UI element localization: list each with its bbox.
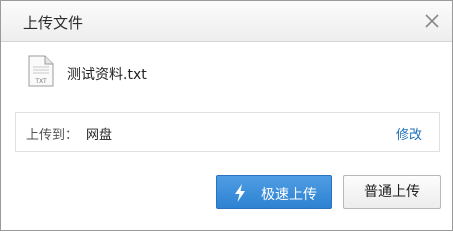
upload-dialog: 上传文件 TXT 测试资料.txt 上传到： 网盘 修改 极速上传 普通上传 bbox=[0, 0, 453, 231]
svg-text:TXT: TXT bbox=[34, 78, 47, 85]
change-destination-link[interactable]: 修改 bbox=[396, 124, 422, 143]
dialog-title: 上传文件 bbox=[23, 14, 84, 32]
normal-upload-button[interactable]: 普通上传 bbox=[343, 175, 441, 209]
fast-upload-button[interactable]: 极速上传 bbox=[216, 175, 332, 209]
lightning-icon bbox=[235, 184, 245, 202]
file-name: 测试资料.txt bbox=[67, 67, 147, 83]
upload-destination: 上传到： 网盘 修改 bbox=[15, 112, 440, 152]
txt-file-icon: TXT bbox=[28, 55, 54, 87]
fast-upload-label: 极速上传 bbox=[261, 187, 317, 203]
destination-label: 上传到： bbox=[26, 128, 79, 143]
close-icon[interactable] bbox=[423, 12, 441, 30]
dialog-titlebar: 上传文件 bbox=[1, 1, 452, 42]
destination-value: 网盘 bbox=[86, 128, 113, 143]
